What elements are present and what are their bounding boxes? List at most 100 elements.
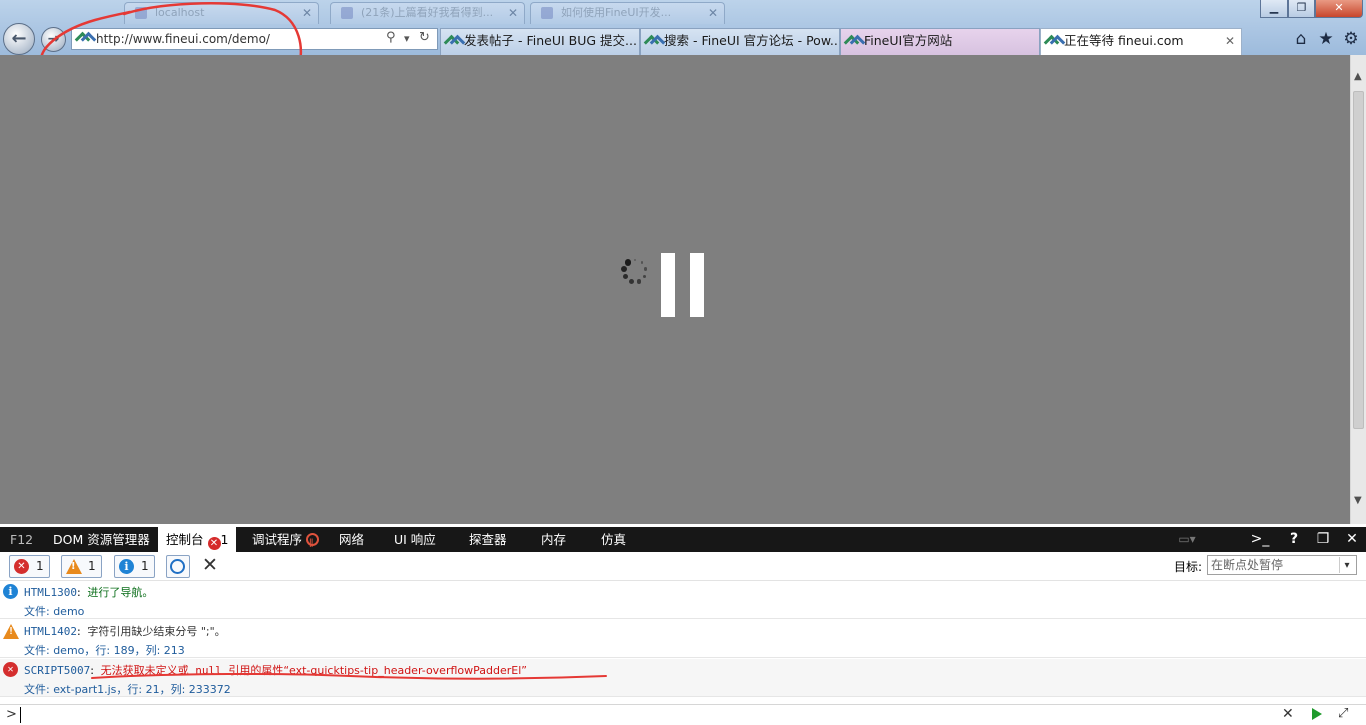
help-icon[interactable]: ? (1283, 527, 1305, 552)
scroll-down-icon[interactable]: ▼ (1354, 495, 1362, 506)
tab-debugger[interactable]: 调试程序 (252, 527, 319, 556)
error-icon: ✕ (207, 537, 221, 550)
tab-network[interactable]: 网络 (339, 527, 364, 552)
error-icon: ✕ (3, 662, 18, 677)
clear-console-icon[interactable]: ✕ (202, 554, 218, 576)
forward-arrow-icon: → (47, 31, 60, 47)
minimize-button[interactable]: ▁ (1260, 0, 1288, 18)
back-button[interactable]: ← (3, 23, 35, 55)
devtools-close-icon[interactable]: ✕ (1341, 527, 1363, 552)
restore-button[interactable]: ❐ (1288, 0, 1315, 18)
tab-fineui-site[interactable]: FineUI官方网站 (840, 28, 1040, 55)
spinner-dot (628, 278, 634, 284)
chevron-down-icon[interactable]: ▾ (404, 32, 410, 45)
spinner-dot (636, 279, 641, 284)
message-text-b: 引用的属性“ext-quicktips-tip_header-overflowP… (228, 664, 527, 677)
tab-debugger-label: 调试程序 (252, 532, 303, 547)
forward-button[interactable]: → (41, 27, 66, 52)
tab-label: FineUI官方网站 (864, 33, 953, 48)
fineui-favicon (446, 36, 461, 47)
page-loading-overlay (0, 55, 1350, 524)
spinner-dot (640, 261, 644, 264)
tab-waiting-active[interactable]: 正在等待 fineui.com ✕ (1040, 28, 1242, 55)
spinner-dot (634, 259, 636, 261)
address-bar[interactable]: ⚲ ▾ ↻ (71, 28, 438, 50)
console-error-count: 1 (220, 532, 229, 547)
tab-ui-responsiveness[interactable]: UI 响应 (394, 527, 436, 552)
tab-emulation[interactable]: 仿真 (601, 527, 626, 552)
fineui-favicon (646, 36, 661, 47)
console-input[interactable] (20, 707, 1270, 723)
paused-icon (306, 531, 319, 556)
window-close-button[interactable]: ✕ (1315, 0, 1363, 18)
clear-on-navigate-button[interactable] (166, 555, 190, 578)
warnings-filter-button[interactable]: ! 1 (61, 555, 102, 578)
target-value: 在断点处暂停 (1211, 558, 1284, 572)
target-label: 目标: (1174, 560, 1203, 574)
info-icon: i (3, 584, 18, 599)
close-tab-icon[interactable]: ✕ (1225, 29, 1235, 53)
scrollbar-thumb[interactable] (1353, 91, 1364, 429)
target-screen-icon[interactable]: ▭▾ (1176, 527, 1198, 552)
undock-icon[interactable]: ❐ (1312, 527, 1334, 552)
back-arrow-icon: ← (11, 28, 27, 49)
close-icon[interactable]: ✕ (708, 3, 718, 23)
close-icon[interactable]: ✕ (508, 3, 518, 23)
tab-console[interactable]: 控制台 ✕ 1 (158, 527, 237, 552)
message-code[interactable]: HTML1300 (24, 586, 77, 599)
errors-filter-button[interactable]: ✕ 1 (9, 555, 50, 578)
browser-chrome: localhost ✕ (21条)上篇看好我看得到... ✕ 如何使用FineU… (0, 0, 1366, 55)
tab-post-thread[interactable]: 发表帖子 - FineUI BUG 提交... (440, 28, 640, 55)
info-filter-button[interactable]: i 1 (114, 555, 155, 578)
background-tab-label: 如何使用FineUI开发... (561, 6, 672, 19)
favorites-star-icon[interactable]: ★ (1316, 29, 1336, 49)
loading-spinner-icon (620, 256, 650, 286)
message-source[interactable]: 文件: demo (24, 603, 84, 619)
background-tab-2[interactable]: (21条)上篇看好我看得到... ✕ (330, 2, 525, 24)
refresh-icon[interactable]: ↻ (419, 30, 430, 45)
home-icon[interactable]: ⌂ (1291, 29, 1311, 49)
message-code[interactable]: HTML1402 (24, 625, 77, 638)
message-code[interactable]: SCRIPT5007 (24, 664, 90, 677)
info-icon: i (119, 559, 134, 574)
message-null: null (195, 664, 222, 677)
tab-label: 搜索 - FineUI 官方论坛 - Pow... (664, 33, 840, 48)
site-favicon (77, 33, 92, 44)
clear-input-icon[interactable]: ✕ (1282, 706, 1294, 722)
scroll-up-icon[interactable]: ▲ (1354, 71, 1362, 82)
message-text: 进行了导航。 (87, 586, 154, 599)
vertical-scrollbar[interactable]: ▲ ▼ (1350, 55, 1366, 524)
tab-dom-explorer[interactable]: DOM 资源管理器 (53, 527, 150, 552)
warnings-count: 1 (88, 559, 96, 573)
info-count: 1 (141, 559, 149, 573)
error-icon: ✕ (14, 559, 29, 574)
background-tab-label: (21条)上篇看好我看得到... (361, 6, 494, 19)
spinner-dot (621, 265, 628, 273)
background-tab-3[interactable]: 如何使用FineUI开发... ✕ (530, 2, 725, 24)
console-message-warning: ! HTML1402: 字符引用缺少结束分号 ";"。 文件: demo，行: … (0, 620, 1366, 658)
console-prompt-icon[interactable]: >_ (1249, 527, 1271, 552)
target-select[interactable]: 在断点处暂停 ▾ (1207, 555, 1357, 575)
tab-memory[interactable]: 内存 (541, 527, 566, 552)
multiline-mode-icon[interactable]: ⤢ (1338, 706, 1348, 721)
console-message-error: ✕ SCRIPT5007: 无法获取未定义或 null 引用的属性“ext-qu… (0, 659, 1366, 697)
tab-search[interactable]: 搜索 - FineUI 官方论坛 - Pow... (640, 28, 840, 55)
search-icon[interactable]: ⚲ (386, 30, 396, 45)
f12-label: F12 (10, 532, 34, 547)
message-source[interactable]: 文件: ext-part1.js，行: 21，列: 233372 (24, 681, 231, 697)
tab-label: 正在等待 fineui.com (1064, 33, 1184, 48)
tools-gear-icon[interactable]: ⚙ (1341, 29, 1361, 49)
devtools-tab-bar: F12 DOM 资源管理器 控制台 ✕1 调试程序 网络 UI 响应 探查器 内… (0, 527, 1366, 556)
run-icon[interactable] (1312, 708, 1322, 720)
message-source[interactable]: 文件: demo，行: 189，列: 213 (24, 642, 185, 658)
page-icon (341, 7, 353, 19)
background-tab-1[interactable]: localhost ✕ (124, 2, 319, 24)
developer-tools-panel: F12 DOM 资源管理器 控制台 ✕1 调试程序 网络 UI 响应 探查器 内… (0, 524, 1366, 725)
message-text-a: 无法获取未定义或 (100, 664, 189, 677)
tab-profiler[interactable]: 探查器 (469, 527, 507, 552)
pause-bar-left (661, 253, 675, 317)
close-icon[interactable]: ✕ (302, 3, 312, 23)
url-input[interactable] (96, 31, 376, 47)
fineui-favicon (1046, 36, 1061, 47)
spinner-dot (642, 274, 647, 279)
